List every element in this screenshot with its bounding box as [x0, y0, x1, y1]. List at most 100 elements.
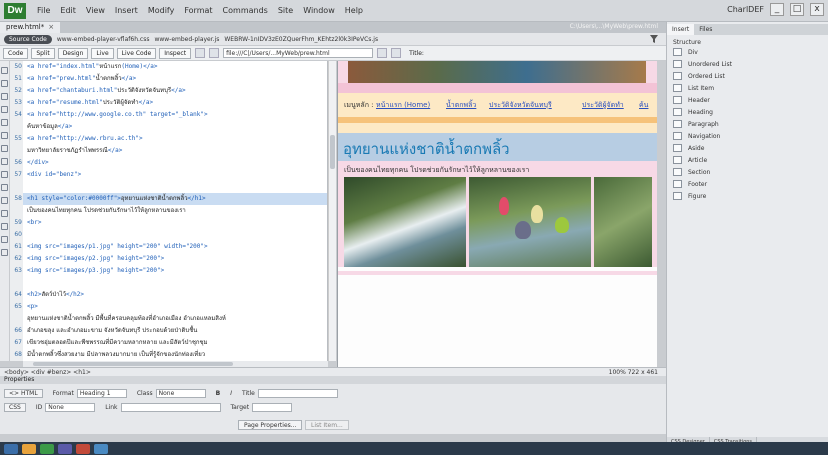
live-code-button[interactable]: Live Code — [116, 47, 157, 59]
code-line[interactable]: <a href="index.html"หน้าแรก(Home)</a> — [23, 61, 327, 73]
scroll-thumb[interactable] — [33, 362, 233, 366]
insert-item-header[interactable]: Header — [673, 94, 828, 106]
menu-item-site[interactable]: Site — [273, 6, 298, 15]
insert-item-ordered-list[interactable]: Ordered List — [673, 70, 828, 82]
code-line[interactable]: </div> — [23, 157, 327, 169]
preview-browser-icon[interactable] — [377, 48, 388, 58]
nav-link-waterfall[interactable]: น้ำตกพลิ้ว — [446, 100, 476, 111]
menu-item-view[interactable]: View — [81, 6, 110, 15]
code-line[interactable] — [23, 181, 327, 193]
address-field[interactable]: file:///C|/Users/...MyWeb/prew.html — [223, 48, 374, 58]
taskbar-app-icon[interactable] — [22, 443, 36, 454]
select-parent-tag-icon[interactable] — [1, 119, 8, 126]
minimize-button[interactable]: _ — [770, 3, 784, 16]
highlight-invalid-icon[interactable] — [1, 158, 8, 165]
waterfall-photo[interactable] — [344, 177, 466, 267]
title-input[interactable] — [257, 388, 338, 398]
code-vertical-scrollbar[interactable] — [328, 61, 336, 361]
menu-item-insert[interactable]: Insert — [110, 6, 143, 15]
line-numbers-icon[interactable] — [1, 145, 8, 152]
code-line[interactable]: <div id="benz"> — [23, 169, 327, 181]
code-line[interactable]: <a href="chantaburi.html"ประวัติจังหวัดจ… — [23, 85, 327, 97]
collapse-tag-icon[interactable] — [1, 80, 8, 87]
category-select[interactable]: Structure — [673, 39, 828, 46]
code-line[interactable]: <p> — [23, 301, 327, 313]
code-line[interactable]: <h2>สัตว์ป่าไว้</h2> — [23, 289, 327, 301]
start-icon[interactable] — [4, 443, 18, 454]
code-line[interactable]: <img src="images/p3.jpg" height="200"> — [23, 265, 327, 277]
bold-button[interactable]: B — [216, 390, 221, 397]
related-file[interactable]: WEBRW-1nIDV3zE0ZQuerFhm_KEhtz2l0k3IPeVCs… — [224, 36, 378, 43]
menu-item-commands[interactable]: Commands — [218, 6, 273, 15]
taskbar-app-icon[interactable] — [76, 443, 90, 454]
code-line[interactable]: <h1 style="color:#0000ff">อุทยานแห่งชาติ… — [23, 193, 327, 205]
code-line[interactable]: มีน้ำตกพลิ้วซึ่งสวยงาม มีปลาพลวงมากมาย เ… — [23, 349, 327, 361]
code-line[interactable]: ค้นหาข้อมูล</a> — [23, 121, 327, 133]
close-tab-icon[interactable]: × — [48, 23, 54, 31]
menu-item-format[interactable]: Format — [179, 6, 217, 15]
insert-item-navigation[interactable]: Navigation — [673, 130, 828, 142]
insert-item-figure[interactable]: Figure — [673, 190, 828, 202]
workspace-switcher[interactable]: CharlDEF — [727, 5, 764, 14]
code-line[interactable]: <img src="images/p2.jpg" height="200"> — [23, 253, 327, 265]
multiscreen-icon[interactable] — [195, 48, 206, 58]
expand-all-icon[interactable] — [1, 106, 8, 113]
tab-insert[interactable]: Insert — [667, 24, 695, 35]
recent-snippets-icon[interactable] — [1, 223, 8, 230]
code-line[interactable]: <a href="prew.html"น้ำตกพลิ้ว</a> — [23, 73, 327, 85]
insert-item-div[interactable]: Div — [673, 46, 828, 58]
code-line[interactable]: อำเภอขลุง และอำเภอมะขาม จังหวัดจันทบุรี … — [23, 325, 327, 337]
menu-item-file[interactable]: File — [32, 6, 55, 15]
nav-link-home[interactable]: หน้าแรก (Home) — [376, 100, 430, 111]
code-line[interactable] — [23, 277, 327, 289]
code-line[interactable]: เขียวชอุ่มตลอดปีและพืชพรรณที่มีความหลากห… — [23, 337, 327, 349]
taskbar-app-icon[interactable] — [94, 443, 108, 454]
code-line[interactable]: อุทยานแห่งชาติน้ำตกพลิ้ว มีพื้นที่ครอบคล… — [23, 313, 327, 325]
window-size-readout[interactable]: 100% 722 x 461 — [609, 369, 658, 376]
document-tab[interactable]: prew.html* × — [0, 22, 61, 33]
link-input[interactable] — [120, 402, 221, 412]
insert-item-aside[interactable]: Aside — [673, 142, 828, 154]
insert-item-article[interactable]: Article — [673, 154, 828, 166]
format-select[interactable]: Heading 1 — [76, 388, 127, 398]
code-line[interactable]: มหาวิทยาลัยราชภัฏรำไพพรรณี</a> — [23, 145, 327, 157]
target-select[interactable] — [252, 402, 293, 412]
code-line[interactable]: <br> — [23, 217, 327, 229]
live-view-button[interactable]: Live — [91, 47, 114, 59]
properties-header[interactable]: Properties — [0, 376, 666, 384]
design-view[interactable]: เมนูหลัก : หน้าแรก (Home) น้ำตกพลิ้ว ประ… — [337, 61, 657, 367]
tag-selector[interactable]: <body> <div #benz> <h1> — [4, 369, 91, 376]
insert-item-footer[interactable]: Footer — [673, 178, 828, 190]
taskbar-app-icon[interactable] — [40, 443, 54, 454]
code-line[interactable]: เป็นของคนไทยทุกคน โปรดช่วยกันรักษาไว้ให้… — [23, 205, 327, 217]
menu-item-window[interactable]: Window — [298, 6, 340, 15]
taskbar-app-icon[interactable] — [58, 443, 72, 454]
collapse-selection-icon[interactable] — [1, 93, 8, 100]
code-line[interactable]: <a href="resume.html"ประวัติผู้จัดทำ</a> — [23, 97, 327, 109]
indent-code-icon[interactable] — [1, 249, 8, 256]
scroll-thumb[interactable] — [330, 135, 335, 169]
list-item-button[interactable]: List Item... — [305, 420, 349, 430]
related-file[interactable]: www-embed-player-vflaf6h.css — [57, 36, 150, 43]
insert-item-unordered-list[interactable]: Unordered List — [673, 58, 828, 70]
open-documents-icon[interactable] — [1, 67, 8, 74]
code-view-button[interactable]: Code — [3, 47, 29, 59]
forest-photo[interactable] — [594, 177, 652, 267]
code-line[interactable] — [23, 229, 327, 241]
html-mode-button[interactable]: <> HTML — [4, 388, 43, 398]
people-in-water-photo[interactable] — [469, 177, 591, 267]
refresh-icon[interactable] — [209, 48, 220, 58]
css-mode-button[interactable]: CSS — [4, 402, 26, 412]
move-css-icon[interactable] — [1, 236, 8, 243]
split-view-button[interactable]: Split — [31, 47, 55, 59]
code-line[interactable]: <a href="http://www.google.co.th" target… — [23, 109, 327, 121]
tab-files[interactable]: Files — [694, 24, 717, 35]
nav-link-author[interactable]: ประวัติผู้จัดทำ — [582, 100, 624, 111]
source-code-button[interactable]: Source Code — [4, 34, 52, 44]
remove-comment-icon[interactable] — [1, 197, 8, 204]
code-line[interactable]: <a href="http://www.rbru.ac.th"> — [23, 133, 327, 145]
related-file[interactable]: www-embed-player.js — [154, 36, 219, 43]
nav-link-province[interactable]: ประวัติจังหวัดจันทบุรี — [489, 100, 552, 111]
apply-comment-icon[interactable] — [1, 184, 8, 191]
code-editor[interactable]: <a href="index.html"หน้าแรก(Home)</a> <a … — [23, 61, 328, 361]
